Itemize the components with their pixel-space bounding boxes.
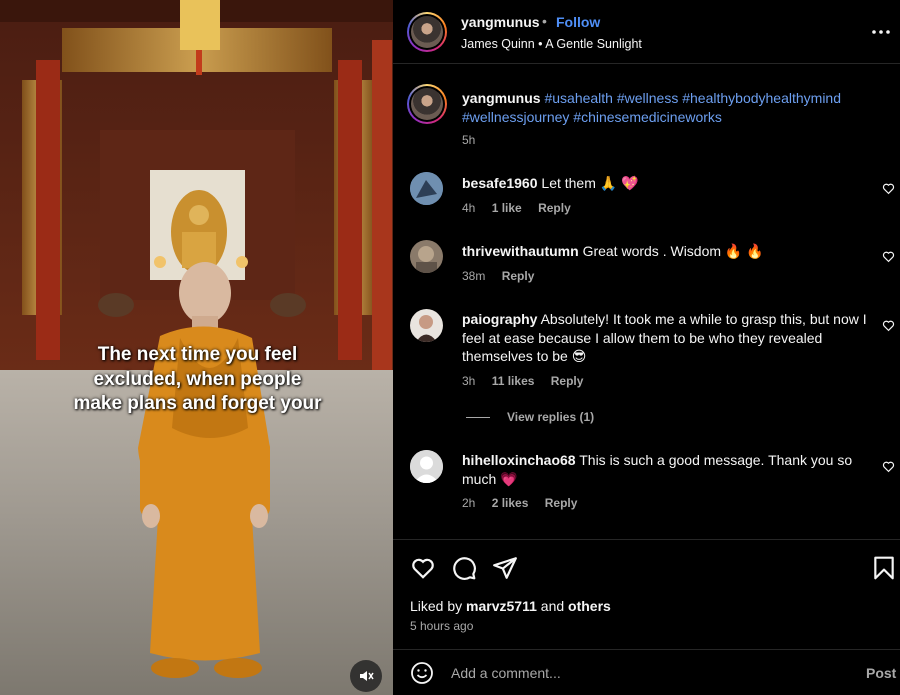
replies-divider-line bbox=[466, 417, 490, 419]
post-media[interactable]: The next time you feel excluded, when pe… bbox=[0, 0, 393, 695]
like-comment-heart-icon[interactable] bbox=[882, 319, 895, 332]
liked-by-prefix: Liked by bbox=[410, 598, 463, 614]
video-caption: The next time you feel excluded, when pe… bbox=[73, 344, 322, 414]
reply-button[interactable]: Reply bbox=[551, 374, 584, 388]
author-username[interactable]: yangmunus bbox=[461, 14, 540, 30]
share-paper-plane-icon[interactable] bbox=[492, 555, 518, 581]
liked-by-line[interactable]: Liked by marvz5711 and others bbox=[410, 598, 611, 614]
commenter-avatar[interactable] bbox=[410, 240, 443, 273]
reply-button[interactable]: Reply bbox=[502, 269, 535, 283]
caption-time[interactable]: 5h bbox=[462, 133, 475, 147]
liked-by-user[interactable]: marvz5711 bbox=[466, 598, 537, 614]
liked-by-others[interactable]: others bbox=[568, 598, 611, 614]
comment-text: Let them 🙏 💖 bbox=[541, 175, 639, 191]
post-header: yangmunus • Follow James Quinn • A Gentl… bbox=[393, 0, 900, 64]
emoji-icon[interactable] bbox=[410, 661, 434, 685]
comment-composer: Post bbox=[393, 649, 900, 695]
like-comment-heart-icon[interactable] bbox=[882, 182, 895, 195]
commenter-username[interactable]: hihelloxinchao68 bbox=[462, 452, 576, 468]
comment-likes[interactable]: 2 likes bbox=[492, 496, 529, 510]
commenter-avatar[interactable] bbox=[410, 450, 443, 483]
caption-author-avatar[interactable] bbox=[407, 84, 447, 124]
commenter-avatar[interactable] bbox=[410, 309, 443, 342]
bookmark-icon[interactable] bbox=[871, 555, 897, 581]
liked-by-and: and bbox=[540, 598, 565, 614]
like-comment-heart-icon[interactable] bbox=[882, 250, 895, 263]
reply-button[interactable]: Reply bbox=[538, 201, 571, 215]
comment-time[interactable]: 38m bbox=[462, 269, 485, 283]
post-detail-panel: yangmunus • Follow James Quinn • A Gentl… bbox=[393, 0, 900, 695]
comments-list[interactable]: yangmunus #usahealth #wellness #healthyb… bbox=[393, 64, 900, 539]
speaker-muted-icon bbox=[360, 671, 374, 681]
follow-button[interactable]: Follow bbox=[556, 14, 600, 30]
comment-bubble-icon[interactable] bbox=[451, 555, 477, 581]
like-comment-heart-icon[interactable] bbox=[882, 460, 895, 473]
commenter-username[interactable]: paiography bbox=[462, 311, 537, 327]
mute-button[interactable] bbox=[350, 660, 382, 692]
comment-input[interactable] bbox=[451, 662, 831, 684]
like-heart-icon[interactable] bbox=[410, 555, 436, 581]
more-horizontal-icon[interactable] bbox=[871, 22, 891, 42]
post-comment-button[interactable]: Post bbox=[866, 665, 896, 681]
reply-button[interactable]: Reply bbox=[545, 496, 578, 510]
audio-attribution[interactable]: James Quinn • A Gentle Sunlight bbox=[461, 37, 642, 51]
view-replies-label: View replies (1) bbox=[507, 410, 595, 424]
comment-likes[interactable]: 11 likes bbox=[492, 374, 535, 388]
comment-likes[interactable]: 1 like bbox=[492, 201, 522, 215]
caption-username[interactable]: yangmunus bbox=[462, 90, 541, 106]
comment-time[interactable]: 4h bbox=[462, 201, 475, 215]
view-replies-button[interactable]: View replies (1) bbox=[466, 410, 594, 424]
post-actions: Liked by marvz5711 and others 5 hours ag… bbox=[393, 539, 900, 649]
comment-time[interactable]: 3h bbox=[462, 374, 475, 388]
commenter-username[interactable]: thrivewithautumn bbox=[462, 243, 579, 259]
commenter-username[interactable]: besafe1960 bbox=[462, 175, 538, 191]
commenter-avatar[interactable] bbox=[410, 172, 443, 205]
author-avatar[interactable] bbox=[407, 12, 447, 52]
post-time[interactable]: 5 hours ago bbox=[410, 619, 473, 633]
monk-figure bbox=[138, 262, 270, 678]
separator-dot: • bbox=[542, 13, 547, 29]
comment-text: Great words . Wisdom 🔥 🔥 bbox=[582, 243, 764, 259]
comment-time[interactable]: 2h bbox=[462, 496, 475, 510]
